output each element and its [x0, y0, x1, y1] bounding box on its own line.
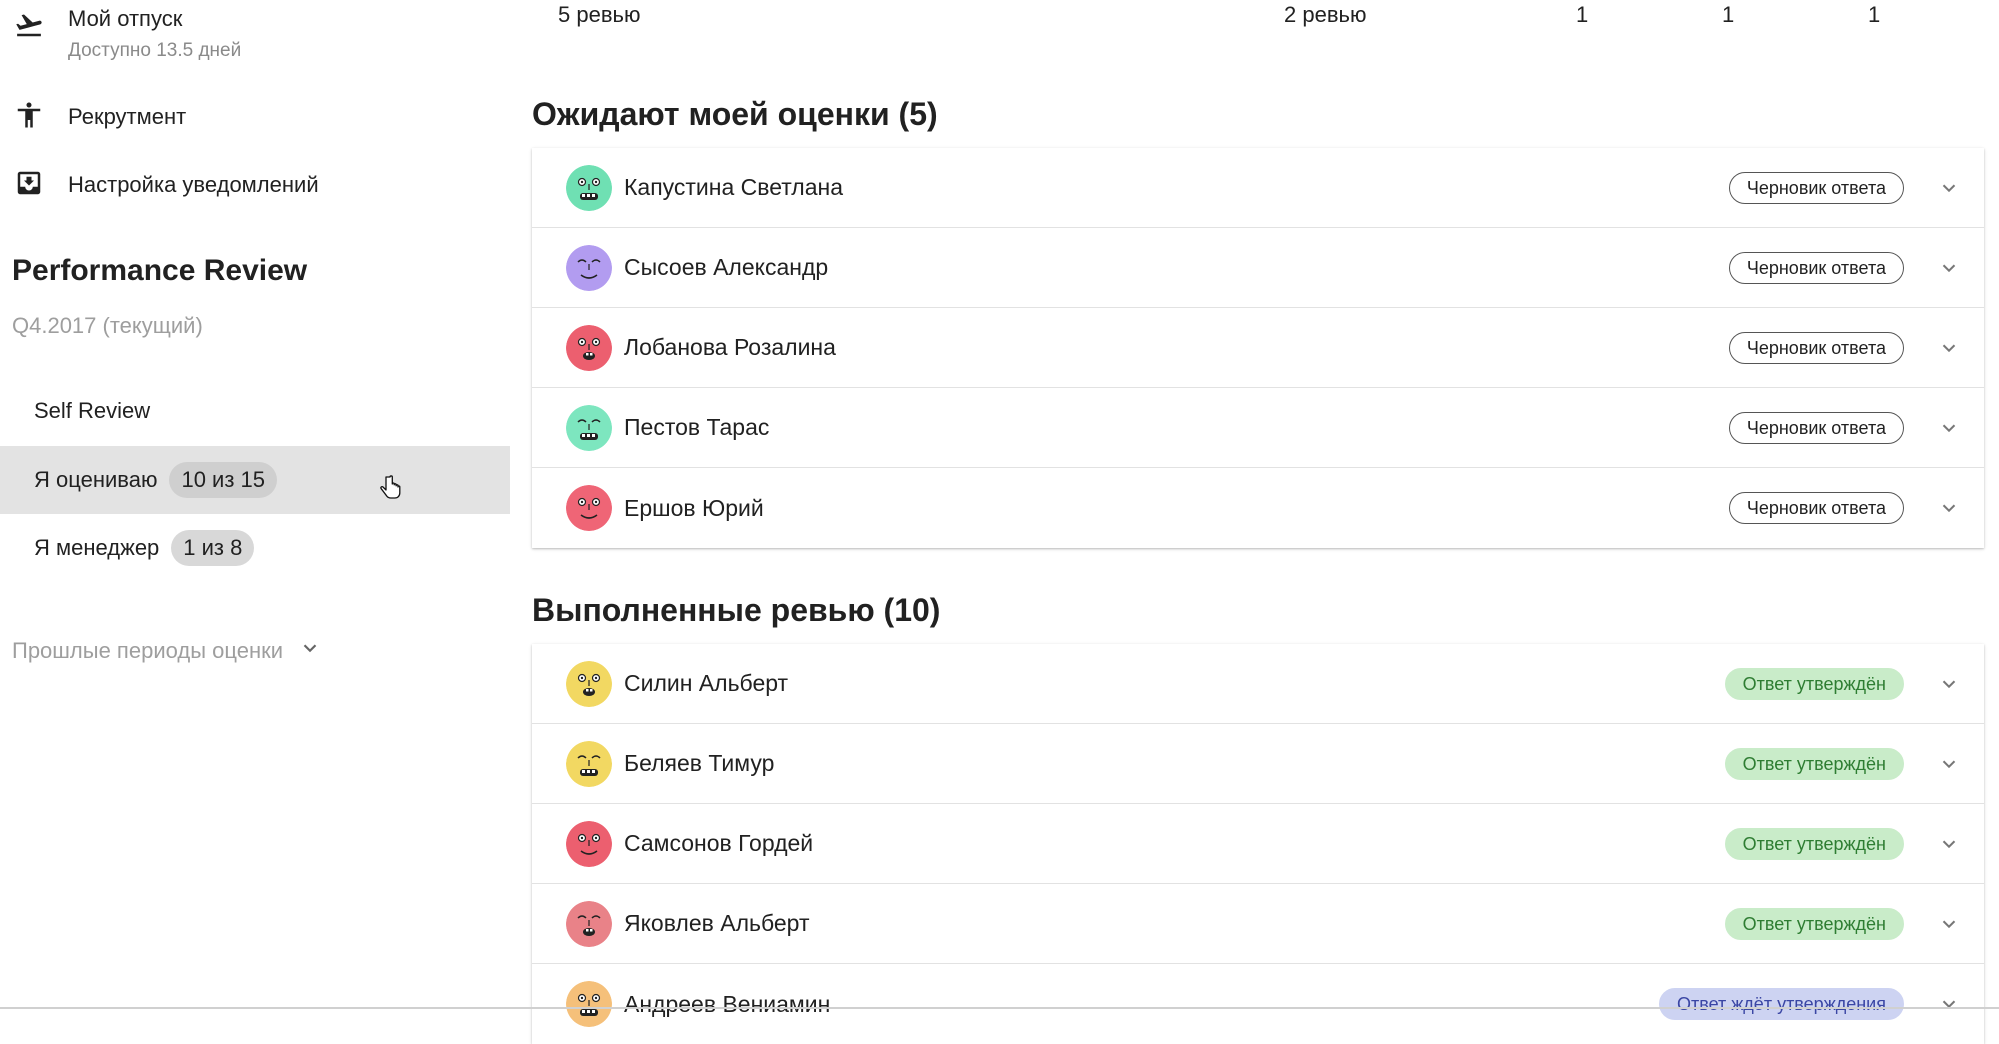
- avatar: [566, 661, 612, 707]
- status-badge: Ответ утверждён: [1724, 827, 1904, 860]
- sidebar-item-label: Настройка уведомлений: [68, 172, 319, 197]
- list-item[interactable]: Сысоев Александр Черновик ответа: [532, 228, 1984, 308]
- status-badge: Черновик ответа: [1728, 251, 1904, 284]
- sidebar-item-recruitment[interactable]: Рекрутмент: [0, 96, 510, 140]
- sidebar-item-label: Я менеджер: [34, 535, 160, 560]
- chevron-down-icon[interactable]: [1938, 913, 1960, 935]
- person-name: Сысоев Александр: [624, 254, 829, 280]
- inbox-download-icon: [14, 168, 44, 198]
- airplane-departure-icon: [14, 10, 44, 40]
- hand-pointer-cursor-icon: [380, 475, 401, 499]
- list-item[interactable]: Ершов Юрий Черновик ответа: [532, 468, 1984, 548]
- awaiting-list: Капустина Светлана Черновик ответа Сысое…: [532, 148, 1984, 548]
- status-badge: Ответ утверждён: [1724, 667, 1904, 700]
- person-name: Ершов Юрий: [624, 494, 764, 521]
- list-item[interactable]: Андреев Вениамин Ответ ждёт утверждения: [532, 964, 1984, 1044]
- cartoon-face-icon: [566, 661, 612, 707]
- sidebar-item-self-review[interactable]: Self Review: [0, 377, 510, 445]
- sidebar-item-notifications[interactable]: Настройка уведомлений: [0, 164, 510, 208]
- avatar: [566, 245, 612, 291]
- chevron-down-icon[interactable]: [1938, 337, 1960, 359]
- cartoon-face-icon: [566, 325, 612, 371]
- cartoon-face-icon: [566, 741, 612, 787]
- chevron-down-icon[interactable]: [1938, 673, 1960, 695]
- status-badge: Черновик ответа: [1728, 331, 1904, 364]
- person-name: Лобанова Розалина: [624, 334, 836, 360]
- chevron-down-icon: [299, 637, 321, 665]
- sidebar-item-label: Мой отпуск: [68, 6, 183, 31]
- cartoon-face-icon: [566, 981, 612, 1027]
- list-item[interactable]: Беляев Тимур Ответ утверждён: [532, 724, 1984, 804]
- cartoon-face-icon: [566, 165, 612, 211]
- person-name: Беляев Тимур: [624, 750, 775, 776]
- person-name: Яковлев Альберт: [624, 910, 810, 936]
- sidebar-item-i-evaluate[interactable]: Я оцениваю 10 из 15: [0, 446, 510, 514]
- awaiting-section-title: Ожидают моей оценки (5): [532, 96, 938, 132]
- chevron-down-icon[interactable]: [1938, 993, 1960, 1015]
- sidebar-item-vacation[interactable]: Мой отпуск Доступно 13.5 дней: [0, 0, 510, 70]
- past-periods-toggle[interactable]: Прошлые периоды оценки: [12, 637, 321, 665]
- person-name: Силин Альберт: [624, 670, 789, 696]
- avatar: [566, 821, 612, 867]
- summary-cell: 1: [1722, 2, 1735, 27]
- person-standing-icon: [14, 100, 44, 130]
- summary-cell: 1: [1868, 2, 1881, 27]
- completed-list: Силин Альберт Ответ утверждён Беляев Тим…: [532, 644, 1984, 1044]
- avatar: [566, 325, 612, 371]
- cartoon-face-icon: [566, 485, 612, 531]
- person-name: Андреев Вениамин: [624, 990, 831, 1017]
- person-name: Капустина Светлана: [624, 174, 843, 200]
- count-chip: 10 из 15: [169, 462, 277, 498]
- main-content: 5 ревью 2 ревью 1 1 1 Ожидают моей оценк…: [532, 0, 1984, 1044]
- sidebar-item-label: Self Review: [34, 398, 151, 423]
- list-item[interactable]: Силин Альберт Ответ утверждён: [532, 644, 1984, 724]
- person-name: Пестов Тарас: [624, 414, 770, 440]
- list-item[interactable]: Самсонов Гордей Ответ утверждён: [532, 804, 1984, 884]
- cartoon-face-icon: [566, 405, 612, 451]
- status-badge: Черновик ответа: [1728, 411, 1904, 444]
- sidebar: Мой отпуск Доступно 13.5 дней Рекрутмент…: [0, 0, 510, 1009]
- status-badge: Черновик ответа: [1728, 492, 1904, 524]
- summary-cell: 1: [1576, 2, 1589, 27]
- summary-row: 5 ревью 2 ревью 1 1 1: [532, 0, 1984, 30]
- chevron-down-icon[interactable]: [1938, 177, 1960, 199]
- avatar: [566, 405, 612, 451]
- cartoon-face-icon: [566, 821, 612, 867]
- list-item[interactable]: Пестов Тарас Черновик ответа: [532, 388, 1984, 468]
- current-period-label: Q4.2017 (текущий): [12, 313, 203, 338]
- status-badge: Черновик ответа: [1728, 171, 1904, 204]
- summary-cell: 5 ревью: [558, 2, 641, 27]
- count-chip: 1 из 8: [171, 530, 255, 566]
- chevron-down-icon[interactable]: [1938, 753, 1960, 775]
- list-item[interactable]: Лобанова Розалина Черновик ответа: [532, 308, 1984, 388]
- avatar: [566, 981, 612, 1027]
- chevron-down-icon[interactable]: [1938, 417, 1960, 439]
- person-name: Самсонов Гордей: [624, 830, 814, 856]
- sidebar-item-label: Я оцениваю: [34, 467, 158, 492]
- past-periods-label: Прошлые периоды оценки: [12, 638, 284, 663]
- status-badge: Ответ ждёт утверждения: [1659, 988, 1904, 1020]
- cartoon-face-icon: [566, 901, 612, 947]
- avatar: [566, 741, 612, 787]
- avatar: [566, 901, 612, 947]
- cartoon-face-icon: [566, 245, 612, 291]
- avatar: [566, 165, 612, 211]
- sidebar-item-label: Рекрутмент: [68, 104, 187, 129]
- vacation-available-text: Доступно 13.5 дней: [68, 40, 242, 61]
- list-item[interactable]: Яковлев Альберт Ответ утверждён: [532, 884, 1984, 964]
- chevron-down-icon[interactable]: [1938, 257, 1960, 279]
- status-badge: Ответ утверждён: [1724, 747, 1904, 780]
- chevron-down-icon[interactable]: [1938, 497, 1960, 519]
- status-badge: Ответ утверждён: [1724, 907, 1904, 940]
- completed-section-title: Выполненные ревью (10): [532, 592, 941, 628]
- summary-cell: 2 ревью: [1284, 2, 1367, 27]
- performance-review-title: Performance Review: [12, 254, 308, 287]
- chevron-down-icon[interactable]: [1938, 833, 1960, 855]
- sidebar-item-i-manager[interactable]: Я менеджер 1 из 8: [0, 514, 510, 582]
- list-item[interactable]: Капустина Светлана Черновик ответа: [532, 148, 1984, 228]
- avatar: [566, 485, 612, 531]
